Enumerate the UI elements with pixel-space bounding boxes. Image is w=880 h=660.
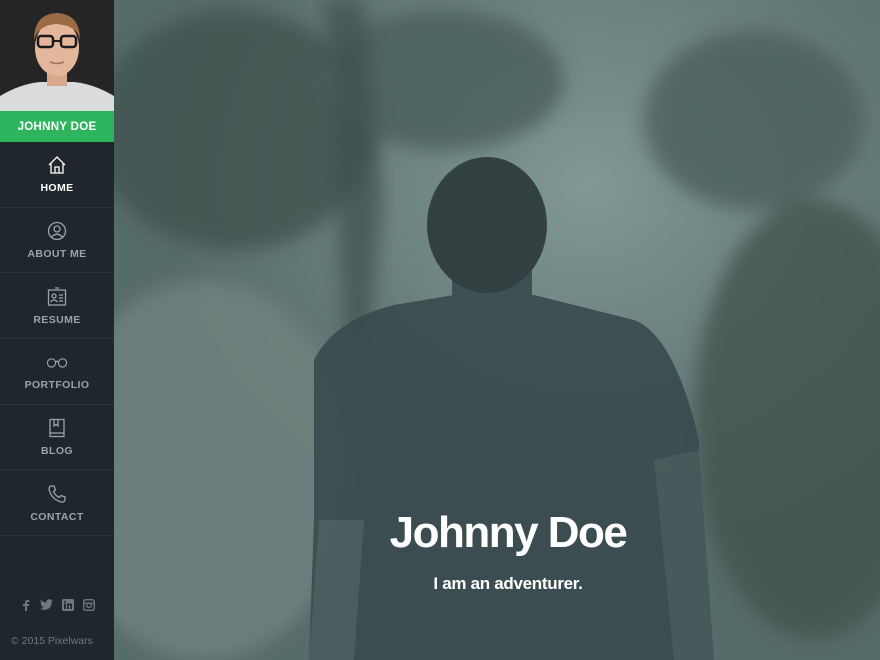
sidebar: JOHNNY DOE HOME ABOUT ME RESUME PORTFOLI…	[0, 0, 114, 660]
nav-item-label: RESUME	[33, 313, 81, 326]
main-nav: HOME ABOUT ME RESUME PORTFOLIO BLOG CONT…	[0, 142, 114, 537]
hero-title: Johnny Doe	[389, 508, 628, 557]
copyright-text: © 2015 Pixelwars	[11, 635, 93, 647]
facebook-icon[interactable]	[19, 598, 32, 611]
hero-subtitle: I am an adventurer.	[433, 574, 583, 593]
nav-item-home[interactable]: HOME	[0, 142, 114, 208]
instagram-icon[interactable]	[82, 598, 95, 611]
user-icon	[46, 220, 68, 242]
hero-background-image	[114, 0, 880, 660]
profile-name: JOHNNY DOE	[0, 111, 114, 142]
nav-item-label: ABOUT ME	[27, 248, 87, 261]
nav-item-contact[interactable]: CONTACT	[0, 470, 114, 537]
nav-item-resume[interactable]: RESUME	[0, 273, 114, 340]
id-card-icon	[46, 286, 68, 308]
glasses-icon	[46, 351, 68, 373]
home-icon	[46, 154, 68, 176]
nav-item-label: CONTACT	[30, 510, 84, 523]
nav-item-label: BLOG	[41, 445, 73, 458]
twitter-icon[interactable]	[40, 598, 53, 611]
book-icon	[46, 417, 68, 439]
nav-item-label: PORTFOLIO	[24, 379, 90, 392]
social-links	[0, 598, 114, 611]
nav-item-portfolio[interactable]: PORTFOLIO	[0, 339, 114, 405]
hero-section: Johnny Doe I am an adventurer.	[114, 0, 880, 660]
phone-icon	[46, 483, 68, 505]
nav-item-blog[interactable]: BLOG	[0, 405, 114, 471]
nav-item-about-me[interactable]: ABOUT ME	[0, 208, 114, 274]
linkedin-icon[interactable]	[61, 598, 74, 611]
avatar[interactable]	[0, 0, 114, 111]
nav-item-label: HOME	[40, 182, 74, 195]
